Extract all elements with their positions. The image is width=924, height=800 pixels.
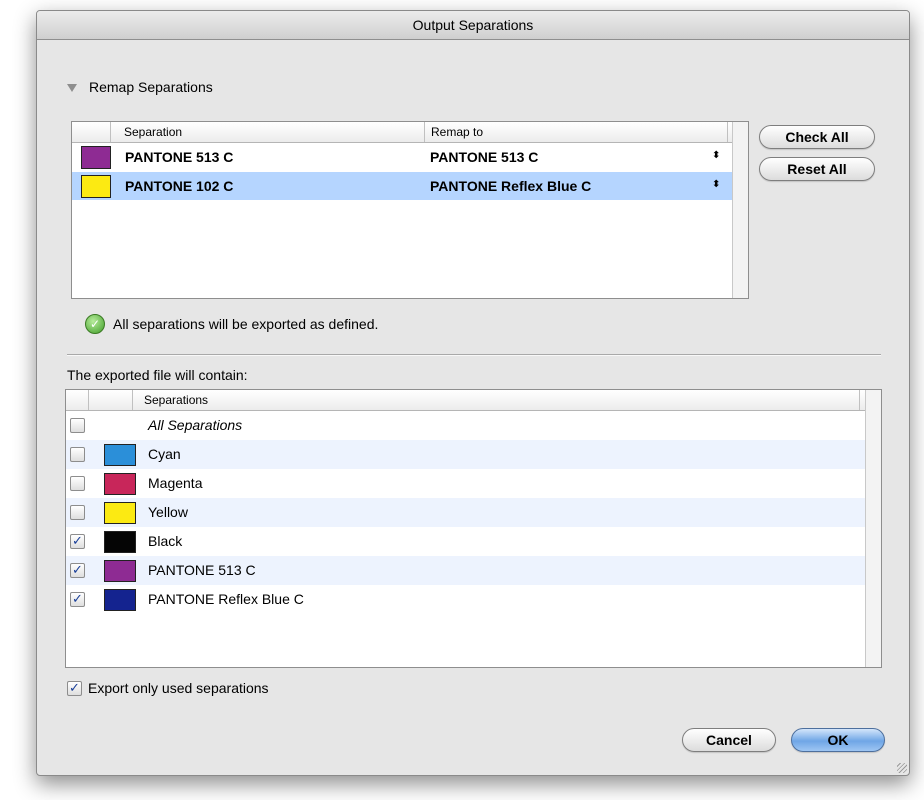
color-swatch xyxy=(104,589,136,611)
separation-row[interactable]: ✓ Black xyxy=(66,527,865,556)
separation-name: PANTONE 102 C xyxy=(125,178,234,194)
disclosure-triangle-icon[interactable] xyxy=(67,84,77,92)
color-swatch xyxy=(104,444,136,466)
separation-name: Yellow xyxy=(148,504,188,520)
status-text: All separations will be exported as defi… xyxy=(113,316,379,332)
section-divider xyxy=(67,354,881,356)
column-header-separation[interactable]: Separation xyxy=(118,122,425,142)
separation-checkbox[interactable] xyxy=(70,476,85,491)
remap-table: Separation Remap to PANTONE 513 C PANTONE… xyxy=(71,121,749,299)
separation-row[interactable]: Cyan xyxy=(66,440,865,469)
separation-checkbox[interactable] xyxy=(70,447,85,462)
status-message: ✓ All separations will be exported as de… xyxy=(85,314,378,334)
separation-name: Cyan xyxy=(148,446,181,462)
column-header-separations[interactable]: Separations xyxy=(138,390,860,410)
separation-checkbox[interactable] xyxy=(70,418,85,433)
separation-row[interactable]: ✓ PANTONE Reflex Blue C xyxy=(66,585,865,614)
separations-table-scrollbar[interactable] xyxy=(865,390,881,667)
export-only-used-option[interactable]: ✓ Export only used separations xyxy=(67,680,269,696)
separations-table-header: Separations xyxy=(66,390,881,411)
popup-arrows-icon[interactable]: ⬍ xyxy=(712,143,720,169)
remap-table-header: Separation Remap to xyxy=(72,122,748,143)
remap-row[interactable]: PANTONE 102 C PANTONE Reflex Blue C ⬍ xyxy=(72,172,732,200)
color-swatch xyxy=(81,175,111,198)
column-header-swatch[interactable] xyxy=(94,390,133,410)
remap-to-popup[interactable]: PANTONE 513 C xyxy=(430,143,538,171)
export-only-used-label[interactable]: Export only used separations xyxy=(88,680,269,696)
remap-row[interactable]: PANTONE 513 C PANTONE 513 C ⬍ xyxy=(72,143,732,171)
color-swatch xyxy=(104,531,136,553)
export-only-used-checkbox[interactable]: ✓ xyxy=(67,680,82,696)
exported-caption: The exported file will contain: xyxy=(67,367,248,383)
separation-checkbox[interactable]: ✓ xyxy=(70,563,85,578)
separation-row[interactable]: Magenta xyxy=(66,469,865,498)
separation-name: PANTONE Reflex Blue C xyxy=(148,591,304,607)
popup-arrows-icon[interactable]: ⬍ xyxy=(712,172,720,198)
separation-row[interactable]: ✓ PANTONE 513 C xyxy=(66,556,865,585)
output-separations-dialog: Output Separations Remap Separations Sep… xyxy=(36,10,910,776)
checkmark-circle-icon: ✓ xyxy=(85,314,105,334)
color-swatch xyxy=(104,473,136,495)
separation-checkbox[interactable]: ✓ xyxy=(70,592,85,607)
separation-name: PANTONE 513 C xyxy=(125,149,234,165)
column-header-check[interactable] xyxy=(66,390,89,410)
remap-disclosure[interactable]: Remap Separations xyxy=(67,79,213,95)
color-swatch xyxy=(104,560,136,582)
separation-name: PANTONE 513 C xyxy=(148,562,256,578)
separations-table: Separations All Separations Cyan Magenta Ye… xyxy=(65,389,882,668)
resize-grip-icon[interactable] xyxy=(897,763,907,773)
remap-to-popup[interactable]: PANTONE Reflex Blue C xyxy=(430,172,591,200)
separation-checkbox[interactable] xyxy=(70,505,85,520)
separation-row[interactable]: Yellow xyxy=(66,498,865,527)
dialog-title: Output Separations xyxy=(37,11,909,40)
check-all-button[interactable]: Check All xyxy=(759,125,875,149)
color-swatch xyxy=(104,502,136,524)
column-header-remap-to[interactable]: Remap to xyxy=(425,122,728,142)
remap-section-label: Remap Separations xyxy=(89,79,213,95)
separation-name: Magenta xyxy=(148,475,203,491)
separation-row[interactable]: All Separations xyxy=(66,411,865,440)
ok-button[interactable]: OK xyxy=(791,728,885,752)
remap-table-scrollbar[interactable] xyxy=(732,122,748,298)
reset-all-button[interactable]: Reset All xyxy=(759,157,875,181)
separation-name: All Separations xyxy=(148,417,243,433)
column-header-color[interactable] xyxy=(72,122,111,142)
cancel-button[interactable]: Cancel xyxy=(682,728,776,752)
separation-checkbox[interactable]: ✓ xyxy=(70,534,85,549)
separation-name: Black xyxy=(148,533,183,549)
color-swatch xyxy=(81,146,111,169)
